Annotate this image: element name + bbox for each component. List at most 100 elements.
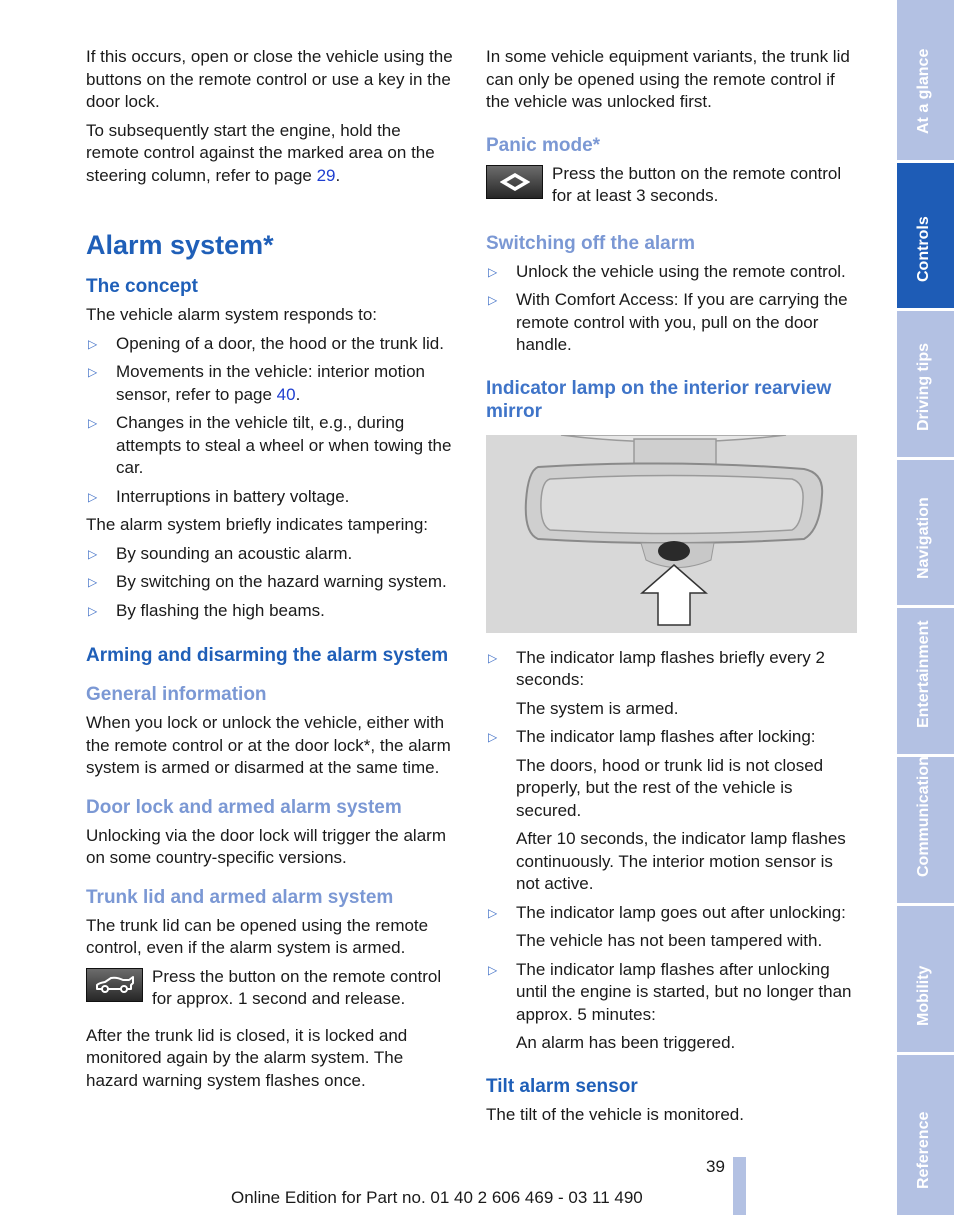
punct: .: [295, 384, 301, 404]
page-marker-bar: [733, 1157, 746, 1215]
doorlock-text: Unlocking via the door lock will trigger…: [86, 825, 446, 868]
list-item: ▷ The indicator lamp goes out after unloc…: [486, 902, 858, 925]
tab-at-a-glance[interactable]: At a glance: [897, 0, 954, 160]
page-link-40[interactable]: 40: [277, 385, 296, 404]
list-item-text: Unlock the vehicle using the remote cont…: [516, 261, 846, 281]
tab-label: Entertainment: [915, 620, 932, 728]
list-item-text: By switching on the hazard warning syste…: [116, 572, 447, 591]
tamper-intro: The alarm system briefly indicates tampe…: [86, 515, 429, 534]
tab-label: Driving tips: [915, 342, 932, 431]
list-item: ▷ Movements in the vehicle: interior moti…: [86, 361, 458, 406]
right-intro: In some vehicle equipment variants, the …: [486, 47, 850, 111]
indicator-list-3: ▷ The indicator lamp goes out after unloc…: [486, 902, 858, 925]
bullet-triangle-icon: ▷: [488, 962, 498, 977]
trunk-button-text: Press the button on the remote control f…: [152, 966, 442, 1009]
list-item-text: The indicator lamp flashes after unlocki…: [516, 959, 852, 1024]
list-item-text: By flashing the high beams.: [116, 600, 325, 620]
list-item: ▷ The indicator lamp flashes after lockin…: [486, 726, 858, 749]
tab-entertainment[interactable]: Entertainment: [897, 608, 954, 754]
tilt-text: The tilt of the vehicle is monitored.: [486, 1104, 744, 1124]
bullet-triangle-icon: ▷: [488, 293, 498, 307]
right-column: In some vehicle equipment variants, the …: [486, 46, 858, 1132]
indicator-detail: The system is armed.: [516, 698, 679, 718]
bullet-triangle-icon: ▷: [88, 603, 98, 618]
indicator-list: ▷ The indicator lamp flashes briefly ever…: [486, 647, 858, 692]
list-item: ▷ By flashing the high beams.: [86, 600, 458, 623]
intro-paragraph-1: If this occurs, open or close the vehicl…: [86, 47, 453, 111]
bullet-triangle-icon: ▷: [88, 365, 98, 379]
doorlock-heading: Door lock and armed alarm system: [86, 796, 402, 818]
rearview-mirror-icon: [486, 434, 857, 633]
panic-heading: Panic mode*: [486, 134, 601, 156]
bullet-triangle-icon: ▷: [88, 489, 98, 504]
tilt-heading: Tilt alarm sensor: [486, 1075, 638, 1097]
tab-label: Navigation: [915, 497, 932, 579]
tab-label: Reference: [915, 1111, 932, 1189]
list-item: ▷ The indicator lamp flashes briefly ever…: [486, 647, 858, 692]
tab-reference[interactable]: Reference: [897, 1055, 954, 1215]
list-item-text: Movements in the vehicle: interior motio…: [116, 362, 425, 404]
tab-controls[interactable]: Controls: [897, 163, 954, 308]
bullet-triangle-icon: ▷: [88, 336, 98, 351]
list-item: ▷ Changes in the vehicle tilt, e.g., duri…: [86, 412, 458, 480]
tab-label: Controls: [915, 216, 932, 282]
punct: .: [335, 165, 341, 185]
tab-mobility[interactable]: Mobility: [897, 906, 954, 1052]
list-item-text: Opening of a door, the hood or the trunk…: [116, 333, 444, 353]
list-item-text: By sounding an acoustic alarm.: [116, 543, 353, 563]
intro-paragraph-2: To subsequently start the engine, hold t…: [86, 120, 458, 188]
list-item: ▷ Unlock the vehicle using the remote con…: [486, 261, 858, 284]
concept-intro: The vehicle alarm system responds to:: [86, 305, 378, 324]
page-number: 39: [706, 1157, 725, 1176]
switchoff-heading: Switching off the alarm: [486, 232, 696, 254]
general-info-heading: General information: [86, 684, 267, 705]
bullet-triangle-icon: ▷: [488, 650, 498, 665]
list-item-text: The indicator lamp flashes briefly every…: [516, 647, 825, 690]
trunk-text: The trunk lid can be opened using the re…: [86, 915, 429, 958]
list-item: ▷ The indicator lamp flashes after unlock…: [486, 959, 858, 1027]
left-column: If this occurs, open or close the vehicl…: [86, 46, 458, 1098]
list-item-text: Interruptions in battery voltage.: [116, 486, 350, 506]
switchoff-list: ▷ Unlock the vehicle using the remote con…: [486, 261, 858, 357]
indicator-heading: Indicator lamp on the interior rearview …: [486, 377, 832, 422]
list-item: ▷ By switching on the hazard warning syst…: [86, 571, 458, 594]
tab-driving-tips[interactable]: Driving tips: [897, 311, 954, 457]
indicator-detail: An alarm has been triggered.: [516, 1033, 736, 1052]
indicator-list-2: ▷ The indicator lamp flashes after lockin…: [486, 726, 858, 749]
edition-footer: Online Edition for Part no. 01 40 2 606 …: [231, 1188, 643, 1207]
bullet-triangle-icon: ▷: [488, 730, 498, 744]
arming-heading: Arming and disarming the alarm system: [86, 645, 449, 666]
list-item-text: The indicator lamp flashes after locking…: [516, 727, 816, 746]
indicator-detail: The doors, hood or trunk lid is not clos…: [516, 755, 824, 820]
general-info-text: When you lock or unlock the vehicle, eit…: [86, 713, 451, 777]
bullet-triangle-icon: ▷: [88, 416, 98, 430]
tab-navigation[interactable]: Navigation: [897, 460, 954, 605]
rearview-mirror-illustration: [486, 434, 857, 633]
trunk-button-row: Press the button on the remote control f…: [86, 966, 458, 1011]
list-item: ▷ Opening of a door, the hood or the trun…: [86, 333, 458, 356]
tab-communication[interactable]: Communication: [897, 756, 954, 903]
chapter-tabs: At a glance Controls Driving tips Naviga…: [897, 0, 954, 1215]
list-item: ▷ With Comfort Access: If you are carryin…: [486, 289, 858, 357]
bullet-triangle-icon: ▷: [88, 575, 98, 589]
bullet-triangle-icon: ▷: [88, 546, 98, 561]
page-title: Alarm system*: [86, 230, 274, 260]
bullet-triangle-icon: ▷: [488, 905, 498, 920]
panic-button-row: Press the button on the remote control f…: [486, 163, 858, 208]
list-item-text: The indicator lamp goes out after unlock…: [516, 902, 846, 922]
list-item: ▷ Interruptions in battery voltage.: [86, 486, 458, 509]
bullet-triangle-icon: ▷: [488, 264, 498, 279]
panic-diamond-icon: [486, 164, 543, 199]
list-item: ▷ By sounding an acoustic alarm.: [86, 543, 458, 566]
tab-label: Mobility: [915, 965, 932, 1026]
concept-heading: The concept: [86, 276, 198, 297]
indicator-detail: After 10 seconds, the indicator lamp fla…: [516, 829, 846, 893]
intro-paragraph-2-text: To subsequently start the engine, hold t…: [86, 120, 435, 185]
trunk-after-text: After the trunk lid is closed, it is loc…: [86, 1025, 408, 1090]
concept-list: ▷ Opening of a door, the hood or the trun…: [86, 333, 458, 509]
tab-label: At a glance: [915, 48, 932, 134]
page-link-29[interactable]: 29: [317, 166, 336, 185]
tab-label: Communication: [915, 756, 932, 877]
indicator-list-4: ▷ The indicator lamp flashes after unlock…: [486, 959, 858, 1027]
panic-button-text: Press the button on the remote control f…: [552, 163, 842, 206]
